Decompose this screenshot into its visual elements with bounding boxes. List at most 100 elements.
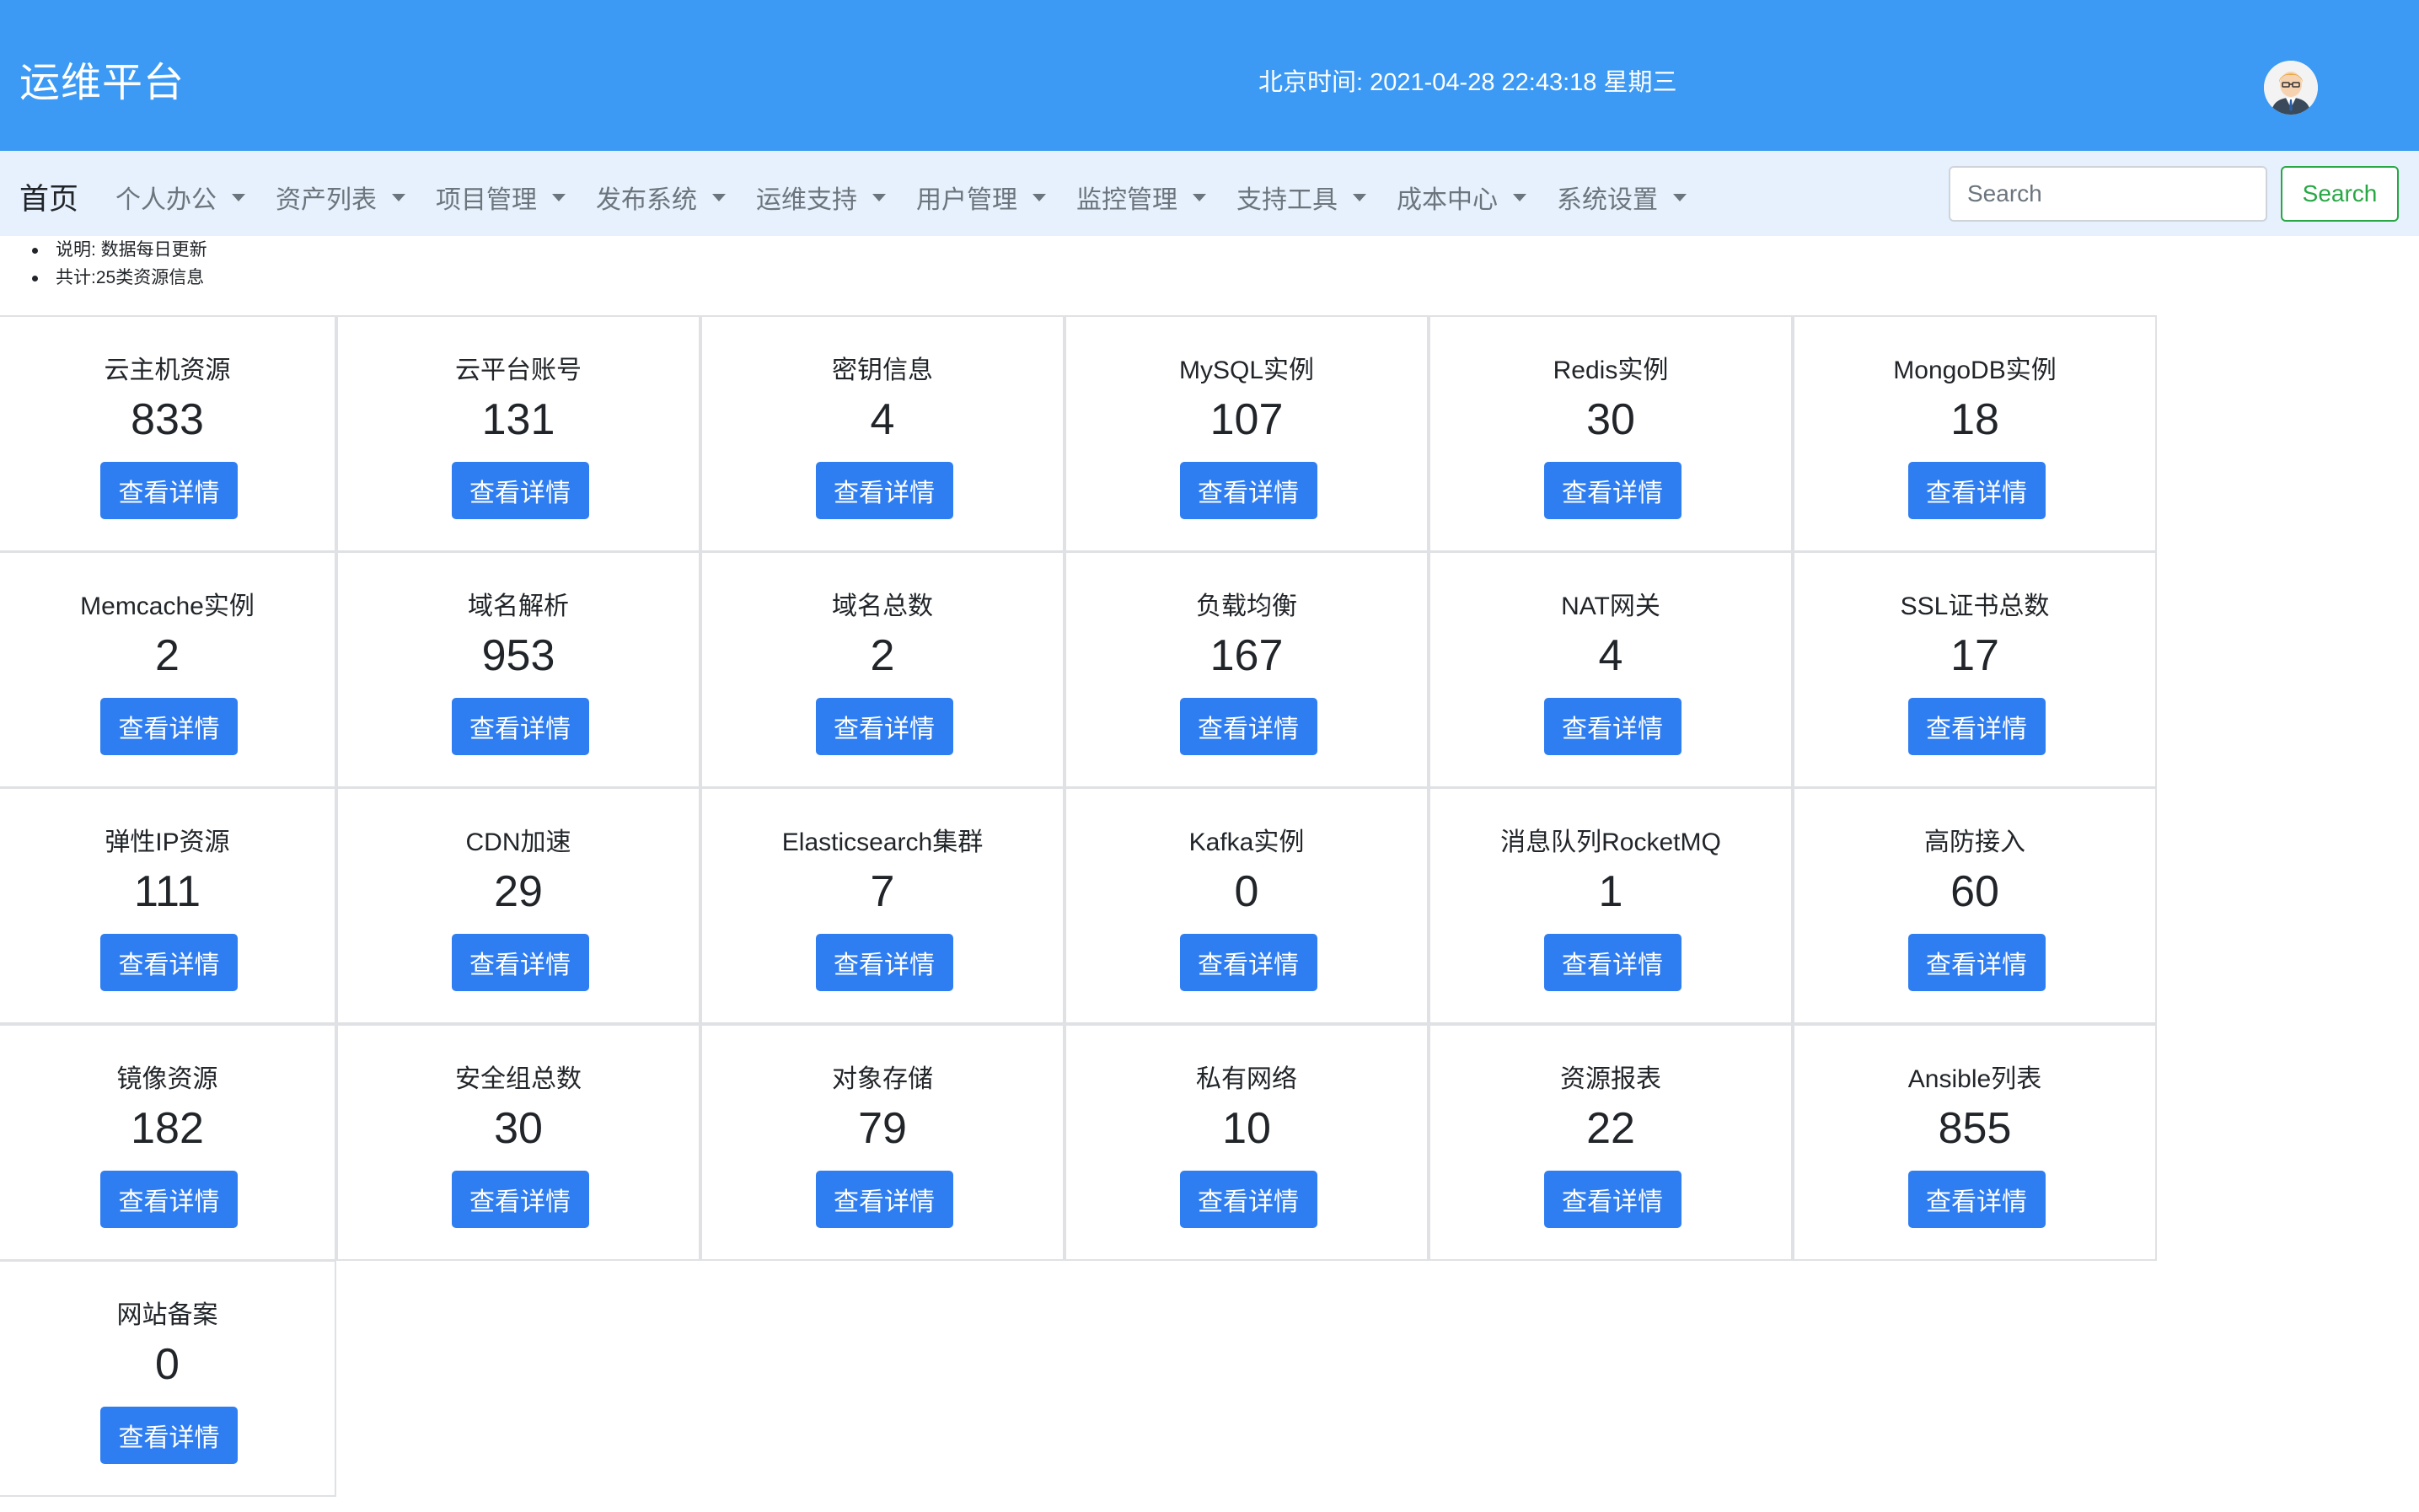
resource-card: 云平台账号 131 查看详情 — [336, 315, 700, 552]
resource-card: 弹性IP资源 111 查看详情 — [0, 787, 336, 1024]
card-title: 网站备案 — [116, 1301, 218, 1329]
nav-menu-cost-center[interactable]: 成本中心 — [1397, 179, 1526, 216]
resource-card: 密钥信息 4 查看详情 — [700, 315, 1065, 552]
search-button[interactable]: Search — [2281, 166, 2399, 222]
resource-card: Kafka实例 0 查看详情 — [1065, 787, 1429, 1024]
card-count: 60 — [1950, 867, 1999, 916]
view-details-button[interactable]: 查看详情 — [100, 934, 238, 991]
card-count: 833 — [131, 395, 204, 444]
view-details-button[interactable]: 查看详情 — [100, 698, 238, 755]
view-details-button[interactable]: 查看详情 — [1907, 462, 2046, 519]
card-count: 182 — [131, 1104, 204, 1153]
card-title: NAT网关 — [1561, 592, 1660, 620]
resource-card: 负载均衡 167 查看详情 — [1065, 551, 1429, 788]
card-count: 0 — [1234, 867, 1259, 916]
card-count: 111 — [133, 867, 201, 916]
card-title: CDN加速 — [465, 828, 571, 856]
view-details-button[interactable]: 查看详情 — [451, 1171, 589, 1228]
card-title: 弹性IP资源 — [105, 828, 230, 856]
view-details-button[interactable]: 查看详情 — [451, 462, 589, 519]
card-title: 域名解析 — [468, 592, 569, 620]
resource-card: Memcache实例 2 查看详情 — [0, 551, 336, 788]
card-title: Elasticsearch集群 — [781, 828, 984, 856]
nav-menu-user-management[interactable]: 用户管理 — [916, 179, 1046, 216]
nav-menu-label: 用户管理 — [916, 186, 1017, 214]
view-details-button[interactable]: 查看详情 — [1543, 698, 1682, 755]
nav-menu-release-system[interactable]: 发布系统 — [596, 179, 726, 216]
view-details-button[interactable]: 查看详情 — [815, 698, 953, 755]
view-details-button[interactable]: 查看详情 — [1543, 934, 1682, 991]
caret-down-icon — [1513, 193, 1526, 201]
card-count: 29 — [494, 867, 543, 916]
nav-menu-label: 系统设置 — [1557, 186, 1658, 214]
view-details-button[interactable]: 查看详情 — [815, 462, 953, 519]
view-details-button[interactable]: 查看详情 — [100, 1171, 238, 1228]
brand-title[interactable]: 运维平台 — [19, 49, 185, 108]
view-details-button[interactable]: 查看详情 — [100, 1407, 238, 1464]
resource-card: MongoDB实例 18 查看详情 — [1793, 315, 2157, 552]
resource-card: Ansible列表 855 查看详情 — [1793, 1024, 2157, 1261]
card-title: Kafka实例 — [1188, 828, 1305, 856]
view-details-button[interactable]: 查看详情 — [100, 462, 238, 519]
caret-down-icon — [392, 193, 405, 201]
user-avatar[interactable] — [2264, 61, 2318, 115]
top-header: 运维平台 北京时间: 2021-04-28 22:43:18 星期三 — [0, 0, 2419, 151]
nav-menu: 个人办公 资产列表 项目管理 发布系统 运维支持 用户管理 监控管理 支持工具 … — [115, 179, 1717, 216]
caret-down-icon — [1193, 193, 1206, 201]
resource-card: 高防接入 60 查看详情 — [1793, 787, 2157, 1024]
view-details-button[interactable]: 查看详情 — [1179, 1171, 1317, 1228]
nav-menu-system-settings[interactable]: 系统设置 — [1557, 179, 1687, 216]
card-title: 资源报表 — [1560, 1065, 1661, 1093]
resource-card: 资源报表 22 查看详情 — [1429, 1024, 1793, 1261]
view-details-button[interactable]: 查看详情 — [1907, 698, 2046, 755]
card-count: 131 — [481, 395, 555, 444]
view-details-button[interactable]: 查看详情 — [1543, 462, 1682, 519]
view-details-button[interactable]: 查看详情 — [1179, 698, 1317, 755]
caret-down-icon — [712, 193, 726, 201]
card-count: 2 — [870, 631, 895, 680]
nav-menu-label: 运维支持 — [756, 186, 857, 214]
nav-menu-ops-support[interactable]: 运维支持 — [756, 179, 886, 216]
view-details-button[interactable]: 查看详情 — [1543, 1171, 1682, 1228]
view-details-button[interactable]: 查看详情 — [1907, 934, 2046, 991]
card-count: 2 — [155, 631, 180, 680]
card-title: 私有网络 — [1196, 1065, 1297, 1093]
resource-card: 消息队列RocketMQ 1 查看详情 — [1429, 787, 1793, 1024]
resource-card: 云主机资源 833 查看详情 — [0, 315, 336, 552]
nav-menu-personal-office[interactable]: 个人办公 — [115, 179, 245, 216]
resource-card: Elasticsearch集群 7 查看详情 — [700, 787, 1065, 1024]
nav-menu-support-tools[interactable]: 支持工具 — [1236, 179, 1366, 216]
card-title: 密钥信息 — [832, 357, 933, 384]
card-title: 高防接入 — [1924, 828, 2025, 856]
resource-card: CDN加速 29 查看详情 — [336, 787, 700, 1024]
caret-down-icon — [1032, 193, 1046, 201]
view-details-button[interactable]: 查看详情 — [451, 698, 589, 755]
resource-card: 域名解析 953 查看详情 — [336, 551, 700, 788]
nav-menu-project-management[interactable]: 项目管理 — [436, 179, 566, 216]
view-details-button[interactable]: 查看详情 — [451, 934, 589, 991]
view-details-button[interactable]: 查看详情 — [1179, 462, 1317, 519]
caret-down-icon — [1353, 193, 1366, 201]
resource-card-grid: 云主机资源 833 查看详情 云平台账号 131 查看详情 密钥信息 4 查看详情 MySQL实例… — [0, 315, 2158, 1499]
view-details-button[interactable]: 查看详情 — [1179, 934, 1317, 991]
view-details-button[interactable]: 查看详情 — [1907, 1171, 2046, 1228]
card-count: 30 — [1586, 395, 1635, 444]
view-details-button[interactable]: 查看详情 — [815, 1171, 953, 1228]
card-title: 消息队列RocketMQ — [1500, 828, 1721, 856]
caret-down-icon — [872, 193, 886, 201]
card-count: 0 — [155, 1340, 180, 1389]
card-title: 安全组总数 — [455, 1065, 582, 1093]
note-update-info: 说明: 数据每日更新 — [32, 236, 207, 264]
nav-menu-asset-list[interactable]: 资产列表 — [276, 179, 405, 216]
nav-menu-monitoring[interactable]: 监控管理 — [1076, 179, 1206, 216]
resource-card: 域名总数 2 查看详情 — [700, 551, 1065, 788]
nav-home-link[interactable]: 首页 — [19, 175, 78, 218]
view-details-button[interactable]: 查看详情 — [815, 934, 953, 991]
resource-card: Redis实例 30 查看详情 — [1429, 315, 1793, 552]
search-input[interactable] — [1949, 166, 2267, 222]
card-count: 1 — [1598, 867, 1623, 916]
card-title: Ansible列表 — [1907, 1065, 2042, 1093]
card-count: 10 — [1222, 1104, 1271, 1153]
caret-down-icon — [1673, 193, 1687, 201]
card-count: 7 — [870, 867, 895, 916]
